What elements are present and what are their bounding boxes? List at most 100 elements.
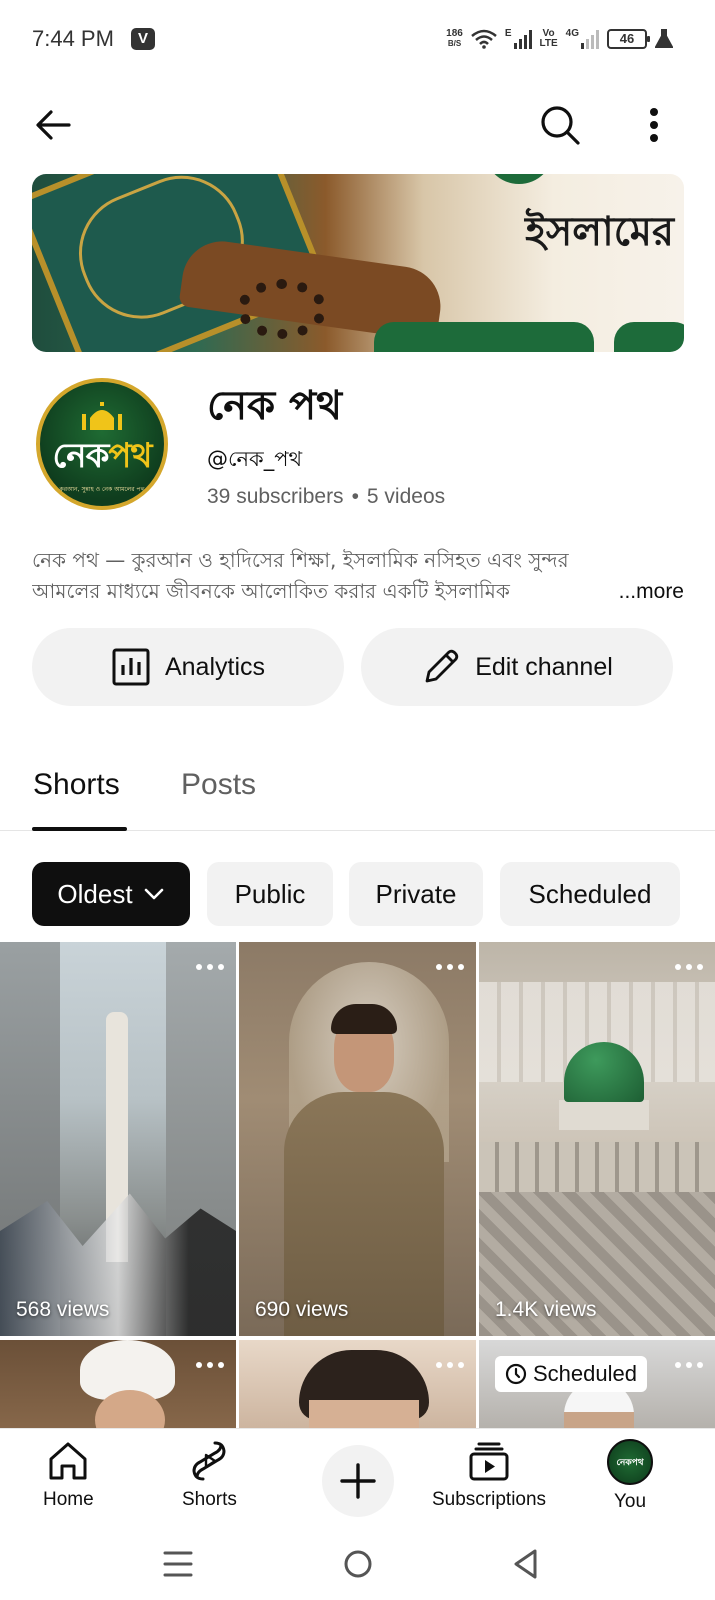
short-thumbnail[interactable]: 568 views: [0, 942, 236, 1336]
banner-decor: [484, 174, 554, 184]
back-button[interactable]: [28, 100, 78, 150]
top-app-bar: [0, 90, 715, 160]
more-link[interactable]: ...more: [619, 576, 684, 607]
chevron-down-icon: [144, 888, 163, 900]
shorts-icon: [192, 1441, 226, 1481]
create-button[interactable]: [322, 1445, 394, 1517]
short-menu-icon[interactable]: [436, 1362, 464, 1370]
system-navigation: [0, 1528, 715, 1600]
filter-scheduled-chip[interactable]: Scheduled: [500, 862, 680, 926]
banner-decor-3: [614, 322, 684, 352]
banner-decor-2: [374, 322, 594, 352]
nav-shorts-label: Shorts: [182, 1489, 237, 1510]
nav-you-label: You: [613, 1491, 647, 1512]
thumb-decor: [559, 1100, 649, 1130]
network-type: E: [504, 28, 512, 39]
status-time: 7:44 PM: [32, 26, 114, 51]
clock-icon: [505, 1363, 527, 1385]
scheduled-badge-label: Scheduled: [533, 1361, 637, 1386]
channel-stats: 39 subscribers • 5 videos: [207, 485, 445, 509]
status-bar: 7:44 PM V 186 B/S E Vo LTE 4G 46: [0, 0, 715, 80]
edit-channel-label: Edit channel: [475, 652, 613, 681]
short-thumbnail[interactable]: [0, 1340, 236, 1428]
network-4g: 4G: [565, 28, 579, 39]
signal-1: E: [505, 29, 532, 49]
short-menu-icon[interactable]: [675, 964, 703, 972]
battery-icon: 46: [607, 29, 650, 49]
subscriber-count: 39 subscribers: [207, 485, 344, 508]
description-line-2: আমলের মাধ্যমে জীবনকে আলোকিত করার একটি ইস…: [32, 579, 510, 603]
signal-bars-dim-icon: [581, 29, 599, 49]
flask-icon: [655, 29, 673, 48]
signal-2: 4G: [566, 29, 599, 49]
channel-name: নেক পথ: [207, 383, 343, 429]
net-speed-value: 186: [446, 28, 463, 39]
short-menu-icon[interactable]: [196, 964, 224, 972]
back-system-button[interactable]: [506, 1546, 546, 1582]
video-count[interactable]: 5 videos: [367, 485, 445, 509]
volte-indicator: Vo LTE: [540, 29, 558, 49]
pencil-icon: [425, 649, 459, 683]
mosque-icon: [82, 402, 122, 430]
thumb-decor: [564, 1412, 634, 1428]
filter-public-chip[interactable]: Public: [207, 862, 333, 926]
scheduled-badge: Scheduled: [495, 1356, 647, 1392]
tab-posts[interactable]: Posts: [181, 768, 256, 802]
arrow-left-icon: [36, 110, 71, 140]
wifi-icon: [471, 29, 497, 49]
analytics-button[interactable]: Analytics: [32, 628, 344, 706]
meta-separator: •: [351, 485, 359, 508]
search-button[interactable]: [535, 100, 585, 150]
more-options-button[interactable]: [629, 100, 679, 150]
you-avatar: নেকপথ: [607, 1439, 653, 1485]
shorts-grid: 568 views 690 views 1.4K views Scheduled: [0, 942, 715, 1428]
nav-you[interactable]: নেকপথ You: [607, 1439, 653, 1513]
channel-handle: @নেক_পথ: [207, 447, 303, 471]
status-indicators: 186 B/S E Vo LTE 4G 46: [446, 24, 673, 54]
nav-home[interactable]: Home: [43, 1439, 94, 1511]
analytics-icon: [112, 648, 150, 686]
nav-home-label: Home: [43, 1489, 94, 1510]
tab-shorts[interactable]: Shorts: [33, 768, 120, 802]
nav-subscriptions-label: Subscriptions: [432, 1489, 547, 1510]
channel-banner[interactable]: ইসলামের: [32, 174, 684, 352]
volte-line2: LTE: [539, 38, 558, 49]
nav-shorts[interactable]: Shorts: [182, 1439, 237, 1511]
banner-text: ইসলামের: [525, 209, 674, 255]
short-thumbnail[interactable]: 690 views: [239, 942, 476, 1336]
search-icon: [541, 106, 580, 145]
nav-subscriptions[interactable]: Subscriptions: [432, 1439, 546, 1511]
short-menu-icon[interactable]: [675, 1362, 703, 1370]
channel-description[interactable]: নেক পথ — কুরআন ও হাদিসের শিক্ষা, ইসলামিক…: [32, 545, 684, 607]
signal-bars-icon: [513, 29, 532, 49]
short-thumbnail[interactable]: [239, 1340, 476, 1428]
triangle-back-icon: [514, 1549, 537, 1579]
short-menu-icon[interactable]: [196, 1362, 224, 1370]
short-thumbnail[interactable]: Scheduled: [479, 1340, 715, 1428]
short-thumbnail[interactable]: 1.4K views: [479, 942, 715, 1336]
short-views: 690 views: [255, 1298, 349, 1321]
filter-private-chip[interactable]: Private: [349, 862, 483, 926]
avatar-logo-text: নেকপথ: [40, 430, 164, 487]
channel-tabs: Shorts Posts: [0, 752, 715, 831]
short-menu-icon[interactable]: [436, 964, 464, 972]
recents-button[interactable]: [158, 1546, 198, 1582]
thumb-decor: [331, 1004, 397, 1034]
more-vertical-icon: [650, 108, 658, 142]
channel-avatar[interactable]: নেকপথ কুরআন, সুন্নাহ ও নেক আমলের পথ: [36, 378, 168, 510]
home-system-button[interactable]: [338, 1546, 378, 1582]
sort-label: Oldest: [57, 878, 133, 909]
thumb-decor: [479, 1142, 715, 1192]
menu-lines-icon: [163, 1551, 193, 1577]
description-line-1: নেক পথ — কুরআন ও হাদিসের শিক্ষা, ইসলামিক…: [32, 548, 569, 572]
edit-channel-button[interactable]: Edit channel: [361, 628, 673, 706]
subscriptions-icon: [469, 1442, 509, 1481]
short-views: 568 views: [16, 1298, 110, 1321]
thumb-decor: [309, 1400, 419, 1428]
analytics-label: Analytics: [164, 652, 266, 681]
prayer-beads-image: [237, 279, 327, 339]
net-speed-unit: B/S: [447, 39, 462, 48]
short-views: 1.4K views: [495, 1298, 597, 1321]
sort-dropdown-chip[interactable]: Oldest: [32, 862, 190, 926]
home-icon: [49, 1442, 87, 1480]
